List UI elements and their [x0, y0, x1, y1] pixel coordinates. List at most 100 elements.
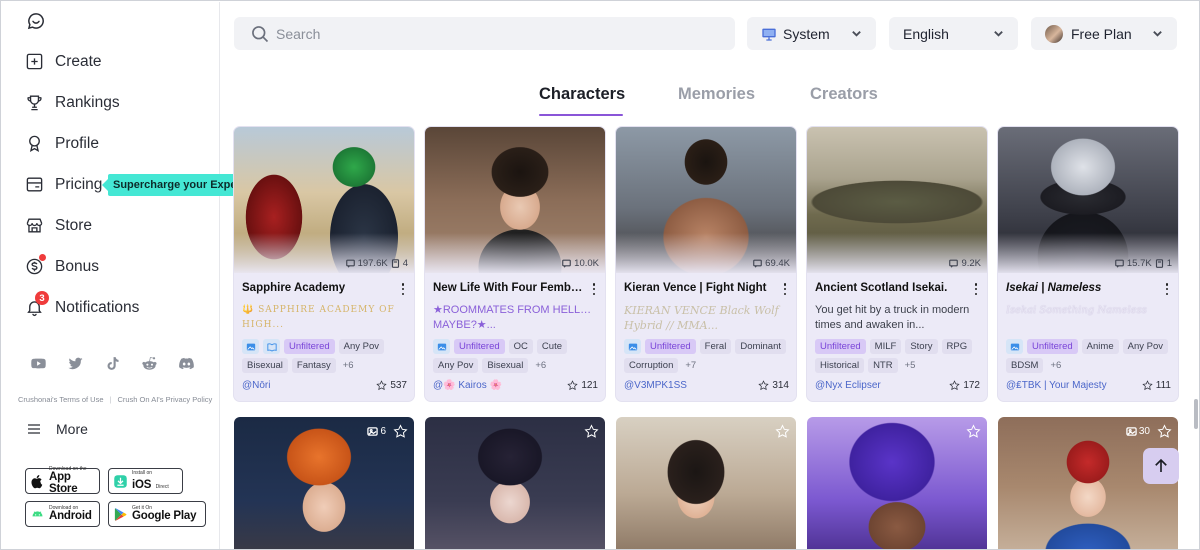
likes: 314 [758, 380, 789, 391]
message-count: 15.7K [1126, 258, 1152, 269]
tag[interactable]: OC [508, 339, 533, 354]
tag[interactable]: Historical [815, 358, 865, 373]
sidebar-item-rankings[interactable]: Rankings [2, 82, 220, 123]
favorite-star-icon[interactable] [775, 424, 790, 439]
creator-link[interactable]: @Nōri [242, 380, 271, 391]
tag[interactable]: Any Pov [338, 339, 385, 354]
profile-icon [29, 135, 40, 152]
tag[interactable]: Corruption [624, 358, 679, 373]
sidebar-item-store[interactable]: Store [2, 205, 220, 246]
book-tag-icon [263, 339, 280, 354]
favorite-star-icon[interactable] [393, 424, 408, 439]
creator-link[interactable]: @V3MPK1SS [624, 380, 687, 391]
ios-direct-button[interactable]: Install on iOS Direct [108, 468, 183, 494]
favorite-star-icon[interactable] [584, 424, 599, 439]
tag[interactable]: Fantasy [291, 358, 336, 373]
tab-memories[interactable]: Memories [678, 85, 755, 104]
twitter-icon[interactable] [67, 355, 84, 372]
character-card[interactable] [807, 417, 987, 549]
tag[interactable]: Unfiltered [454, 339, 505, 354]
character-image [998, 127, 1178, 273]
language-value: English [903, 25, 949, 42]
tab-creators[interactable]: Creators [810, 85, 878, 104]
tag[interactable]: Cute [536, 339, 567, 354]
tag[interactable]: Bisexual [482, 358, 529, 373]
google-play-button[interactable]: Get it On Google Play [108, 501, 206, 527]
sidebar-item-label: Store [55, 216, 93, 234]
card-menu-icon[interactable] [592, 283, 596, 295]
character-card[interactable] [616, 417, 796, 549]
card-icon [26, 177, 43, 192]
chevron-down-icon [852, 31, 861, 37]
more-tags[interactable]: +7 [682, 358, 699, 373]
card-stats: 9.2K [949, 258, 981, 269]
creator-link[interactable]: @🌸 Kairos 🌸 [433, 380, 502, 391]
privacy-link[interactable]: Crush On AI's Privacy Policy [117, 395, 212, 404]
card-menu-icon[interactable] [401, 283, 405, 295]
character-card[interactable]: 15.7K 1 Isekai | Nameless Isekai Somethi… [998, 127, 1178, 401]
arrow-up-icon [1155, 458, 1167, 472]
tab-characters[interactable]: Characters [539, 85, 625, 104]
tag[interactable]: Bisexual [242, 358, 288, 373]
character-card[interactable]: 10.0K New Life With Four Fembo... ★ROOMM… [425, 127, 605, 401]
tag[interactable]: Any Pov [433, 358, 479, 373]
message-count: 10.0K [574, 258, 599, 269]
sidebar-item-pricing[interactable]: Pricing Supercharge your Experience [2, 164, 274, 205]
creator-link[interactable]: @₤TBK | Your Majesty [1006, 380, 1107, 391]
android-button[interactable]: Download on Android [25, 501, 100, 527]
tag[interactable]: Unfiltered [645, 339, 696, 354]
app-store-button[interactable]: Download on the App Store [25, 467, 100, 494]
character-card[interactable] [425, 417, 605, 549]
card-menu-icon[interactable] [974, 283, 978, 295]
tag[interactable]: Any Pov [1122, 339, 1168, 354]
tag[interactable]: Unfiltered [815, 339, 866, 354]
more-menu-button[interactable]: More [26, 418, 88, 440]
more-tags[interactable]: +6 [1047, 358, 1064, 373]
social-links [30, 355, 195, 372]
character-card[interactable]: 6 [234, 417, 414, 549]
search-bar[interactable] [234, 17, 735, 50]
more-tags[interactable]: +5 [902, 358, 919, 373]
language-dropdown[interactable]: English [889, 17, 1018, 50]
tag[interactable]: Unfiltered [284, 339, 335, 354]
tag[interactable]: RPG [941, 339, 973, 354]
plan-dropdown[interactable]: Free Plan [1031, 17, 1177, 50]
favorite-star-icon[interactable] [1157, 424, 1172, 439]
youtube-icon[interactable] [30, 355, 47, 372]
more-tags[interactable]: +6 [340, 358, 357, 373]
sidebar-item-bonus[interactable]: Bonus [2, 246, 220, 287]
tag[interactable]: Anime [1081, 339, 1119, 354]
theme-dropdown[interactable]: System [747, 17, 876, 50]
character-card[interactable]: 9.2K Ancient Scotland Isekai. You get hi… [807, 127, 987, 401]
notifications-count-badge: 3 [35, 291, 49, 305]
image-tag-icon [624, 339, 641, 354]
search-input[interactable] [276, 25, 696, 42]
card-description: Isekai Something Nameless [1006, 305, 1147, 316]
tiktok-icon[interactable] [104, 355, 121, 372]
tag[interactable]: Feral [699, 339, 732, 354]
memory-count: 1 [1166, 258, 1172, 269]
page-scrollbar[interactable] [1194, 399, 1198, 429]
character-card[interactable]: 197.6K 4 Sapphire Academy 🔱 SAPPHIRE ACA… [234, 127, 414, 401]
tag[interactable]: Story [905, 339, 938, 354]
sidebar-item-create[interactable]: Create [2, 41, 220, 82]
tag[interactable]: Unfiltered [1027, 339, 1078, 354]
reddit-icon[interactable] [141, 355, 158, 372]
creator-link[interactable]: @Nyx Eclipser [815, 380, 881, 391]
card-menu-icon[interactable] [1165, 283, 1169, 295]
tag[interactable]: Dominant [735, 339, 786, 354]
tag[interactable]: NTR [868, 358, 898, 373]
more-tags[interactable]: +6 [532, 358, 549, 373]
tag[interactable]: MILF [869, 339, 902, 354]
sidebar-item-notifications[interactable]: 3 Notifications [2, 287, 220, 328]
terms-link[interactable]: Crushonai's Terms of Use [18, 395, 104, 404]
favorite-star-icon[interactable] [966, 424, 981, 439]
chat-logo-icon[interactable] [27, 12, 45, 30]
scroll-to-top-button[interactable] [1143, 448, 1179, 484]
character-image [234, 127, 414, 273]
card-menu-icon[interactable] [783, 283, 787, 295]
discord-icon[interactable] [178, 355, 195, 372]
sidebar-item-profile[interactable]: Profile [2, 123, 220, 164]
tag[interactable]: BDSM [1006, 358, 1044, 373]
character-card[interactable]: 69.4K Kieran Vence | Fight Night KIERAN … [616, 127, 796, 401]
